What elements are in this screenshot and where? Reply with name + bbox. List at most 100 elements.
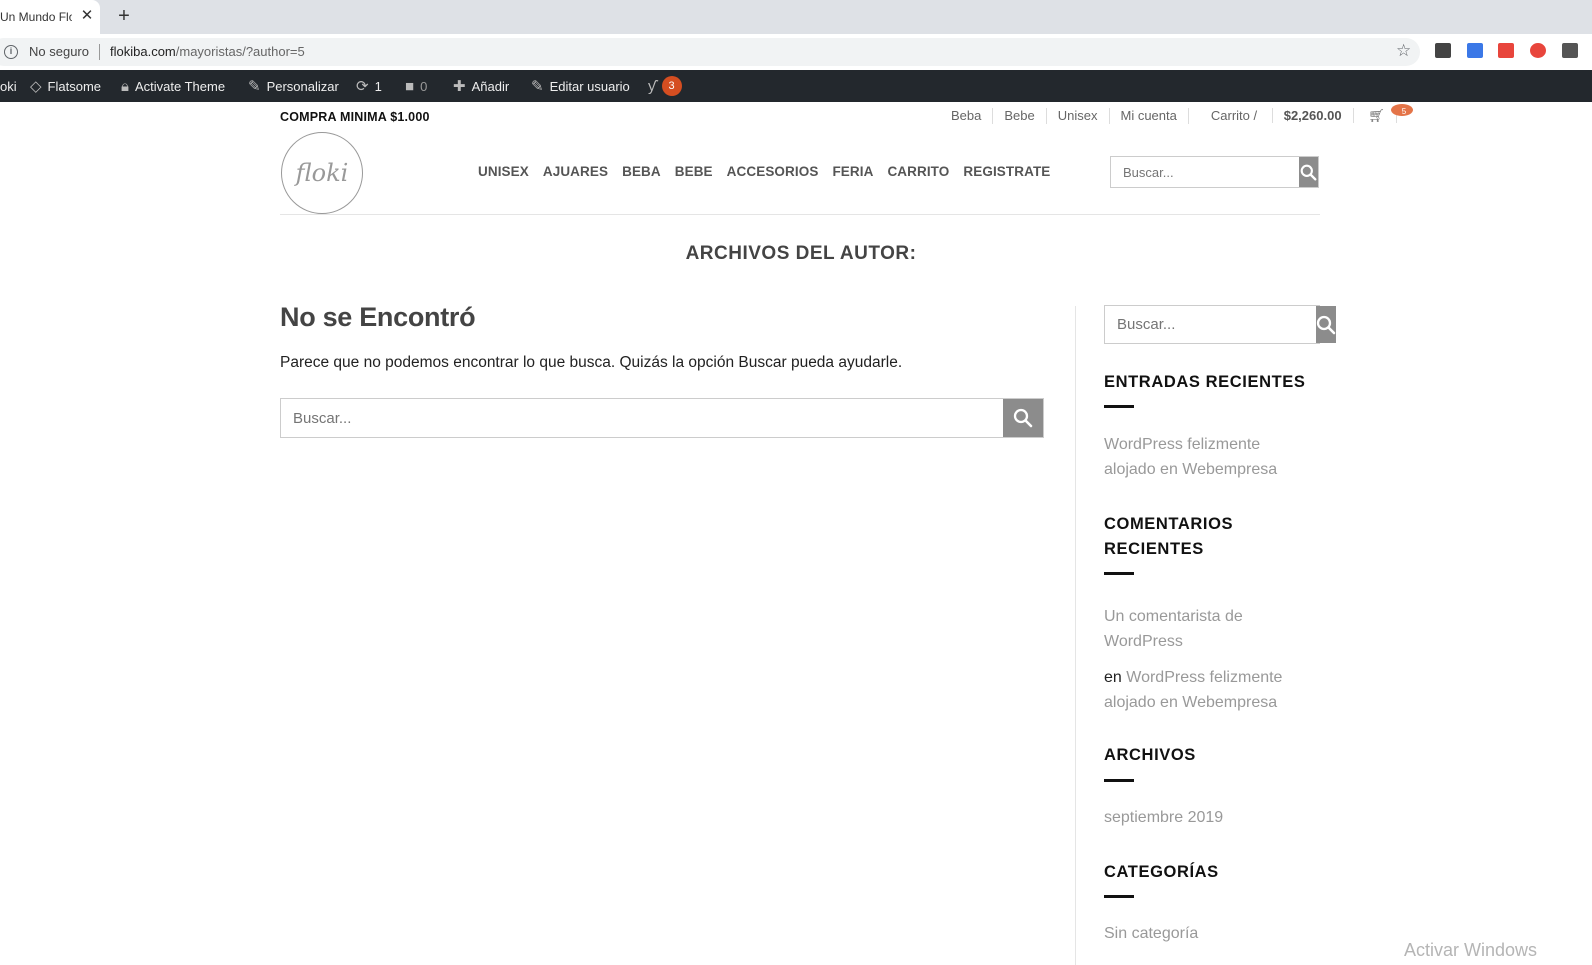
search-icon — [1316, 315, 1336, 334]
extension-icon[interactable] — [1467, 43, 1483, 58]
recent-post-link[interactable]: WordPress felizmente alojado en Webempres… — [1104, 432, 1277, 482]
extension-icon[interactable] — [1435, 43, 1451, 58]
info-icon[interactable]: i — [4, 45, 18, 59]
extension-icon[interactable] — [1530, 43, 1546, 58]
admin-activate-label: Activate Theme — [134, 78, 226, 94]
sidebar-divider — [1075, 306, 1076, 965]
nav-beba[interactable]: BEBA — [622, 164, 661, 179]
header-search-button[interactable] — [1299, 157, 1318, 187]
sidebar-search — [1104, 305, 1336, 344]
nav-registrate[interactable]: REGISTRATE — [963, 164, 1050, 179]
admin-customize-label: Personalizar — [266, 78, 339, 94]
header-divider — [280, 214, 1320, 215]
nav-carrito[interactable]: CARRITO — [887, 164, 949, 179]
comment-author-line-1: Un comentarista de — [1104, 608, 1243, 625]
nav-bebe[interactable]: BEBE — [675, 164, 713, 179]
search-icon — [1013, 408, 1033, 428]
comment-on-text: en — [1104, 669, 1127, 686]
top-nav: Beba Bebe Unisex Mi cuenta Carrito / $2,… — [940, 104, 1424, 124]
main-search-input[interactable] — [281, 399, 1003, 437]
widget-title-recent-comments: COMENTARIOS RECIENTES — [1104, 512, 1233, 562]
sidebar-search-input[interactable] — [1105, 306, 1316, 343]
yoast-icon: ƴ — [648, 77, 656, 95]
nav-accesorios[interactable]: ACCESORIOS — [727, 164, 819, 179]
category-link[interactable]: Sin categoría — [1104, 921, 1198, 946]
plus-icon: ✚ — [453, 78, 466, 95]
main-search — [280, 398, 1044, 438]
widget-underline — [1104, 405, 1134, 408]
widget-title-recent-posts: ENTRADAS RECIENTES — [1104, 373, 1306, 391]
header-search — [1110, 156, 1319, 188]
nav-ajuares[interactable]: AJUARES — [543, 164, 608, 179]
widget-title-archives: ARCHIVOS — [1104, 746, 1196, 764]
admin-comments[interactable]: ■ 0 — [405, 70, 427, 102]
url-host: flokiba.com — [110, 44, 176, 59]
url-path: /mayoristas/?author=5 — [175, 44, 305, 59]
top-nav-beba[interactable]: Beba — [940, 108, 994, 124]
sidebar-search-button[interactable] — [1316, 306, 1336, 343]
main-search-button[interactable] — [1003, 399, 1043, 437]
admin-customize[interactable]: ✎ Personalizar — [248, 70, 339, 102]
cart-total: $2,260.00 — [1272, 108, 1354, 123]
widget-underline — [1104, 895, 1134, 898]
comment-post-line-1: WordPress felizmente — [1126, 669, 1283, 686]
page-title: ARCHIVOS DEL AUTOR: — [685, 243, 917, 264]
admin-edit-user[interactable]: ✎ Editar usuario — [531, 70, 630, 102]
widget-underline — [1104, 779, 1134, 782]
cart-count-badge: 5 — [1390, 104, 1413, 116]
cart-label: Carrito / — [1199, 108, 1273, 123]
brush-icon: ✎ — [248, 78, 261, 95]
security-label[interactable]: No seguro — [29, 44, 89, 59]
not-found-heading: No se Encontró — [280, 302, 476, 332]
minimum-purchase-notice: COMPRA MINIMA $1.000 — [280, 110, 430, 124]
archive-link[interactable]: septiembre 2019 — [1104, 805, 1223, 830]
admin-activate-theme[interactable]: 🔒︎ Activate Theme — [121, 70, 225, 102]
admin-site-label: oki — [0, 78, 17, 94]
site-logo[interactable]: floki — [281, 132, 363, 214]
windows-activation-watermark: Activar Windows — [1404, 940, 1538, 960]
top-nav-unisex[interactable]: Unisex — [1047, 108, 1110, 124]
nav-unisex[interactable]: UNISEX — [478, 164, 529, 179]
comment-post-line-2: alojado en Webempresa — [1104, 694, 1278, 711]
top-nav-account[interactable]: Mi cuenta — [1110, 108, 1189, 124]
address-bar[interactable]: i No seguro flokiba.com/mayoristas/?auth… — [0, 38, 1420, 66]
new-tab-icon[interactable]: + — [114, 6, 134, 26]
header-search-input[interactable] — [1111, 157, 1299, 187]
not-found-text: Parece que no podemos encontrar lo que b… — [280, 354, 903, 371]
seo-badge: 3 — [661, 76, 682, 96]
recent-post-line-2: alojado en Webempresa — [1104, 461, 1278, 478]
comment-author-line-2: WordPress — [1104, 633, 1183, 650]
widget-underline — [1104, 572, 1134, 575]
widget-title-categories: CATEGORÍAS — [1104, 863, 1219, 881]
admin-add-new[interactable]: ✚ Añadir — [453, 70, 509, 102]
admin-flatsome[interactable]: ◇ Flatsome — [30, 70, 101, 102]
nav-feria[interactable]: FERIA — [832, 164, 873, 179]
top-nav-bebe[interactable]: Bebe — [993, 108, 1047, 124]
admin-site-name[interactable]: oki — [0, 70, 17, 102]
comment-author-link[interactable]: Un comentarista de WordPress — [1104, 604, 1243, 654]
browser-tab[interactable]: Un Mundo Flo ✕ — [0, 0, 100, 34]
comment-icon: ■ — [405, 77, 415, 95]
browser-toolbar: i No seguro flokiba.com/mayoristas/?auth… — [0, 34, 1592, 70]
admin-add-label: Añadir — [471, 78, 510, 94]
cart-link[interactable]: Carrito / $2,260.00 🛒︎ 5 — [1189, 104, 1424, 124]
main-nav: UNISEX AJUARES BEBA BEBE ACCESORIOS FERI… — [478, 164, 1050, 179]
url-text[interactable]: flokiba.com/mayoristas/?author=5 — [110, 44, 305, 59]
admin-seo[interactable]: ƴ3 — [648, 70, 682, 102]
lock-icon: 🔒︎ — [121, 77, 129, 95]
admin-edit-user-label: Editar usuario — [549, 78, 630, 94]
admin-updates[interactable]: ⟳ 1 — [356, 70, 382, 102]
recent-comments-title-line-2: RECIENTES — [1104, 540, 1204, 558]
extension-icon[interactable] — [1562, 43, 1578, 58]
close-icon[interactable]: ✕ — [79, 8, 95, 24]
bookmark-star-icon[interactable]: ☆ — [1396, 41, 1411, 61]
browser-tabstrip: Un Mundo Flo ✕ + — [0, 0, 1592, 34]
flatsome-icon: ◇ — [30, 78, 42, 95]
comment-post-item: en WordPress felizmente alojado en Webemp… — [1104, 665, 1282, 715]
admin-updates-count: 1 — [374, 78, 382, 94]
extension-icon[interactable] — [1498, 43, 1514, 58]
comment-post-link[interactable]: WordPress felizmente alojado en Webempres… — [1104, 669, 1282, 711]
logo-text: floki — [295, 159, 349, 187]
divider — [99, 44, 100, 60]
search-icon — [1300, 164, 1317, 180]
